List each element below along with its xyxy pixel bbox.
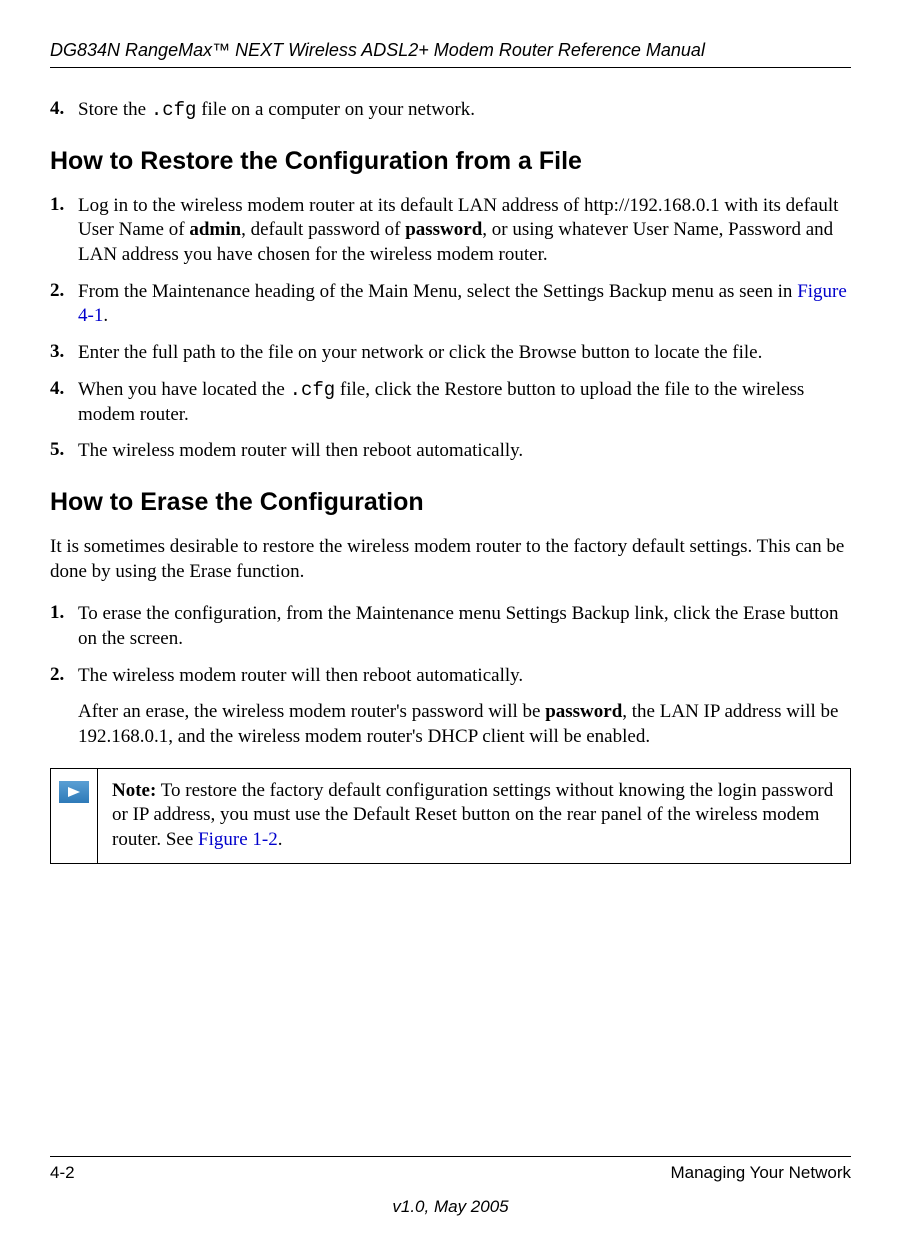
footer: 4-2 Managing Your Network v1.0, May 2005 xyxy=(50,1156,851,1217)
list-number: 1. xyxy=(50,194,78,268)
header-title: DG834N RangeMax™ NEXT Wireless ADSL2+ Mo… xyxy=(50,40,851,61)
list-content: When you have located the .cfg file, cli… xyxy=(78,378,851,427)
list-number: 2. xyxy=(50,280,78,329)
top-step-4: 4. Store the .cfg file on a computer on … xyxy=(50,98,851,123)
footer-version: v1.0, May 2005 xyxy=(50,1197,851,1217)
footer-row: 4-2 Managing Your Network xyxy=(50,1163,851,1183)
code-text: .cfg xyxy=(290,379,336,401)
page-number: 4-2 xyxy=(50,1163,75,1183)
text: After an erase, the wireless modem route… xyxy=(78,701,545,722)
text: The wireless modem router will then rebo… xyxy=(78,440,523,461)
text: , default password of xyxy=(241,219,405,240)
list-content: Store the .cfg file on a computer on you… xyxy=(78,98,851,123)
figure-link[interactable]: Figure 1-2 xyxy=(198,829,278,850)
note-label: Note: xyxy=(112,780,156,801)
bold-text: password xyxy=(405,219,482,240)
text: file on a computer on your network. xyxy=(196,99,475,120)
note-box: Note: To restore the factory default con… xyxy=(50,768,851,864)
list-content: The wireless modem router will then rebo… xyxy=(78,664,851,689)
text: Store the xyxy=(78,99,151,120)
erase-step-2: 2. The wireless modem router will then r… xyxy=(50,664,851,689)
list-number: 1. xyxy=(50,602,78,651)
text: . xyxy=(278,829,283,850)
text: From the Maintenance heading of the Main… xyxy=(78,281,797,302)
erase-intro: It is sometimes desirable to restore the… xyxy=(50,535,851,584)
text: When you have located the xyxy=(78,379,290,400)
note-icon-cell xyxy=(51,769,98,863)
restore-step-4: 4. When you have located the .cfg file, … xyxy=(50,378,851,427)
list-content: From the Maintenance heading of the Main… xyxy=(78,280,851,329)
list-content: To erase the configuration, from the Mai… xyxy=(78,602,851,651)
list-number: 4. xyxy=(50,98,78,123)
heading-erase: How to Erase the Configuration xyxy=(50,488,851,517)
text: . xyxy=(103,305,108,326)
list-content: Log in to the wireless modem router at i… xyxy=(78,194,851,268)
header-divider xyxy=(50,67,851,68)
erase-result: After an erase, the wireless modem route… xyxy=(78,700,851,749)
restore-step-1: 1. Log in to the wireless modem router a… xyxy=(50,194,851,268)
list-content: The wireless modem router will then rebo… xyxy=(78,439,851,464)
list-number: 3. xyxy=(50,341,78,366)
list-number: 4. xyxy=(50,378,78,427)
heading-restore: How to Restore the Configuration from a … xyxy=(50,147,851,176)
restore-step-2: 2. From the Maintenance heading of the M… xyxy=(50,280,851,329)
code-text: .cfg xyxy=(151,99,197,121)
erase-step-1: 1. To erase the configuration, from the … xyxy=(50,602,851,651)
restore-step-5: 5. The wireless modem router will then r… xyxy=(50,439,851,464)
restore-step-3: 3. Enter the full path to the file on yo… xyxy=(50,341,851,366)
list-number: 5. xyxy=(50,439,78,464)
bold-text: password xyxy=(545,701,622,722)
note-text: Note: To restore the factory default con… xyxy=(98,769,850,863)
arrow-icon xyxy=(59,781,89,803)
section-name: Managing Your Network xyxy=(670,1163,851,1183)
text: Enter the full path to the file on your … xyxy=(78,342,762,363)
bold-text: admin xyxy=(189,219,241,240)
list-content: Enter the full path to the file on your … xyxy=(78,341,851,366)
list-number: 2. xyxy=(50,664,78,689)
footer-divider xyxy=(50,1156,851,1157)
